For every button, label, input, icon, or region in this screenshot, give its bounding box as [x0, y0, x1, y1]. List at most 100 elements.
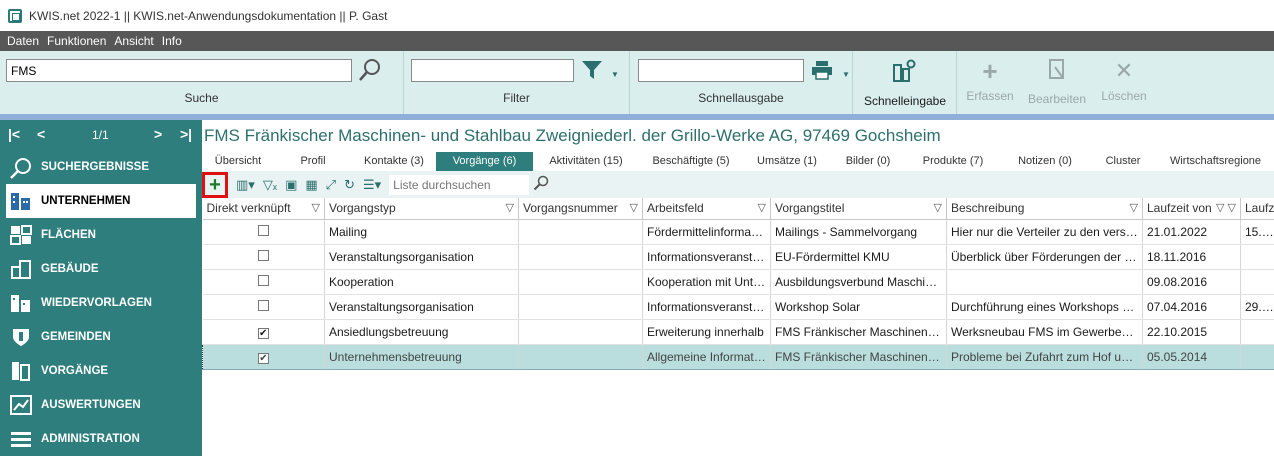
capture-button[interactable]: + Erfassen — [963, 51, 1017, 114]
filter-icon[interactable]: ▽ — [758, 201, 766, 214]
nav-label: WIEDERVORLAGEN — [41, 297, 152, 309]
filter-icon[interactable]: ▽ — [506, 201, 514, 214]
list-search-icon[interactable] — [533, 175, 549, 194]
sort-filter-icon[interactable]: ▽ ▽ — [1216, 201, 1236, 214]
linked-checkbox[interactable] — [257, 224, 269, 236]
col-direkt-verknuepft[interactable]: Direkt verknüpft ▽ — [202, 198, 325, 220]
last-record-icon[interactable]: >| — [180, 126, 192, 142]
menu-icon[interactable]: ☰▾ — [363, 177, 381, 193]
columns-icon[interactable]: ▥▾ — [236, 177, 255, 193]
col-laufzeit-von[interactable]: Laufzeit von ▽ ▽ — [1142, 198, 1241, 220]
delete-button[interactable]: ✕ Löschen — [1097, 51, 1151, 114]
excel-export-icon[interactable]: ▣ — [285, 177, 297, 193]
col-vorgangstyp[interactable]: Vorgangstyp ▽ — [324, 198, 519, 220]
edit-button[interactable]: Bearbeiten — [1025, 51, 1089, 114]
table-row[interactable]: Mailing Fördermittelinformati... Mailings … — [202, 219, 1274, 245]
cell-feld: Informationsveransta... — [642, 244, 771, 270]
linked-checkbox[interactable] — [257, 249, 269, 261]
sidebar: |< < 1/1 > >| SUCHERGEBNISSE UNTERNEHMEN… — [0, 120, 202, 456]
search-icon[interactable] — [358, 58, 382, 86]
table-row[interactable]: Veranstaltungsorganisation Informationsve… — [202, 294, 1274, 320]
filter-input[interactable] — [411, 59, 574, 82]
table-icon[interactable]: ▦ — [305, 177, 317, 193]
col-beschreibung[interactable]: Beschreibung ▽ — [946, 198, 1143, 220]
first-record-icon[interactable]: |< — [8, 126, 20, 142]
funnel-icon[interactable] — [581, 60, 603, 84]
add-icon[interactable]: + — [202, 171, 228, 198]
filter-icon[interactable]: ▽ — [1130, 201, 1138, 214]
refresh-icon[interactable]: ↻ — [344, 177, 355, 193]
menu-bar: Daten Funktionen Ansicht Info — [0, 31, 1274, 51]
tab-cluster[interactable]: Cluster — [1089, 152, 1157, 171]
cell-titel: FMS Fränkischer Maschinen- u... — [770, 319, 947, 345]
prev-record-icon[interactable]: < — [37, 126, 45, 142]
cell-beschreibung: Hier nur die Verteiler zu den versch... — [946, 219, 1143, 245]
filter-icon[interactable]: ▽ — [312, 201, 320, 214]
next-record-icon[interactable]: > — [154, 126, 162, 142]
tab-vorgaenge[interactable]: Vorgänge (6) — [436, 152, 533, 171]
nav-label: GEMEINDEN — [41, 331, 111, 343]
nav-vorgaenge[interactable]: VORGÄNGE — [0, 354, 202, 388]
app-icon — [8, 8, 22, 23]
nav-flaechen[interactable]: FLÄCHEN — [0, 218, 202, 252]
nav-gemeinden[interactable]: GEMEINDEN — [0, 320, 202, 354]
linked-checkbox[interactable] — [257, 299, 269, 311]
buildings-icon — [9, 259, 33, 279]
column-label: Beschreibung — [951, 201, 1025, 216]
nav-label: VORGÄNGE — [41, 365, 109, 377]
tab-aktivitaeten[interactable]: Aktivitäten (15) — [533, 152, 639, 171]
tab-uebersicht[interactable]: Übersicht — [202, 152, 274, 171]
cell-von: 22.10.2015 — [1142, 319, 1241, 345]
tab-wirtschaftsregionen[interactable]: Wirtschaftsregione — [1157, 152, 1274, 171]
quick-output-input[interactable] — [638, 59, 804, 82]
col-laufzeit-bis[interactable]: Laufze — [1240, 198, 1274, 220]
linked-checkbox[interactable]: ✔ — [257, 327, 269, 339]
cell-von: 09.08.2016 — [1142, 269, 1241, 295]
nav-suchergebnisse[interactable]: SUCHERGEBNISSE — [0, 150, 202, 184]
filter-icon[interactable]: ▽ — [630, 201, 638, 214]
linked-checkbox[interactable]: ✔ — [258, 352, 269, 364]
menu-info[interactable]: Info — [161, 34, 183, 48]
table-row[interactable]: Veranstaltungsorganisation Informationsve… — [202, 244, 1274, 270]
cell-beschreibung: Durchführung eines Workshops mit... — [946, 294, 1143, 320]
quick-entry-group[interactable]: Schnelleingabe — [853, 51, 957, 114]
col-vorgangsnummer[interactable]: Vorgangsnummer ▽ — [518, 198, 643, 220]
filter-icon[interactable]: ▽ — [934, 201, 942, 214]
menu-funktionen[interactable]: Funktionen — [46, 34, 107, 48]
record-pager: |< < 1/1 > >| — [0, 120, 202, 150]
edit-label: Bearbeiten — [1027, 92, 1087, 106]
menu-ansicht[interactable]: Ansicht — [113, 34, 154, 48]
tab-beschaeftigte[interactable]: Beschäftigte (5) — [639, 152, 743, 171]
filter-dropdown-icon[interactable]: ▼ — [611, 64, 619, 86]
nav-unternehmen[interactable]: UNTERNEHMEN — [6, 184, 196, 218]
column-label: Vorgangstyp — [329, 201, 396, 216]
col-arbeitsfeld[interactable]: Arbeitsfeld ▽ — [642, 198, 771, 220]
cell-nummer — [518, 244, 643, 270]
expand-icon[interactable]: ⤢ — [326, 177, 336, 193]
nav-gebaeude[interactable]: GEBÄUDE — [0, 252, 202, 286]
cell-typ: Veranstaltungsorganisation — [324, 244, 519, 270]
tab-kontakte[interactable]: Kontakte (3) — [352, 152, 436, 171]
cell-bis: 29.05. — [1240, 294, 1274, 320]
nav-administration[interactable]: ADMINISTRATION — [0, 422, 202, 456]
tab-umsaetze[interactable]: Umsätze (1) — [743, 152, 831, 171]
tab-profil[interactable]: Profil — [274, 152, 352, 171]
printer-icon[interactable] — [811, 60, 833, 84]
tab-bilder[interactable]: Bilder (0) — [831, 152, 905, 171]
table-row[interactable]: ✔ Unternehmensbetreuung Allgemeine Informa… — [202, 344, 1274, 370]
output-dropdown-icon[interactable]: ▼ — [842, 64, 850, 86]
cell-von: 18.11.2016 — [1142, 244, 1241, 270]
nav-auswertungen[interactable]: AUSWERTUNGEN — [0, 388, 202, 422]
nav-wiedervorlagen[interactable]: WIEDERVORLAGEN — [0, 286, 202, 320]
clear-filter-icon[interactable]: ▽ₓ — [263, 177, 277, 193]
col-vorgangstitel[interactable]: Vorgangstitel ▽ — [770, 198, 947, 220]
quick-entry-button[interactable]: Schnelleingabe — [853, 51, 957, 114]
menu-daten[interactable]: Daten — [6, 34, 40, 48]
search-input[interactable] — [6, 59, 352, 82]
tab-produkte[interactable]: Produkte (7) — [905, 152, 1001, 171]
list-search-input[interactable] — [389, 174, 530, 195]
linked-checkbox[interactable] — [257, 274, 269, 286]
table-row[interactable]: ✔ Ansiedlungsbetreuung Erweiterung innerha… — [202, 319, 1274, 345]
table-row[interactable]: Kooperation Kooperation mit Unte... Ausbil… — [202, 269, 1274, 295]
tab-notizen[interactable]: Notizen (0) — [1001, 152, 1089, 171]
